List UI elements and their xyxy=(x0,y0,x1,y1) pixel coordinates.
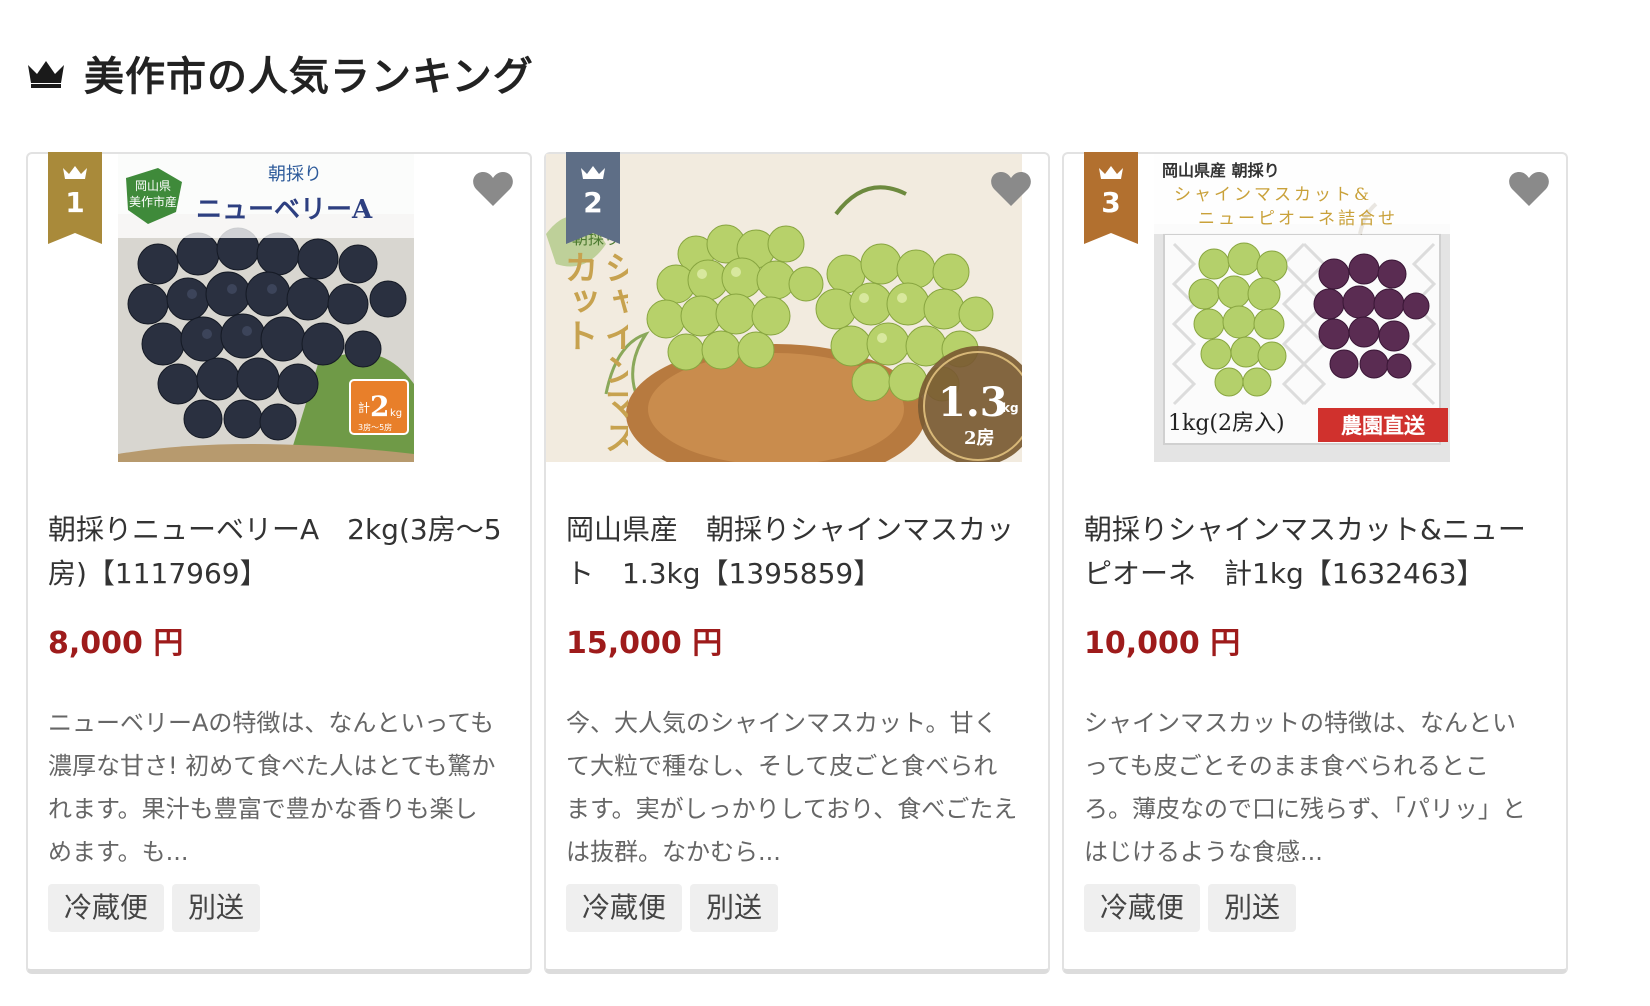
section-title: 美作市の人気ランキング xyxy=(84,54,534,100)
image-line2-text: シャインマスカット& xyxy=(1174,185,1372,205)
heart-icon xyxy=(472,170,514,212)
product-image[interactable]: 岡山県産 朝採り シャインマスカット& ニューピオーネ詰合せ 1kg(2房入) … xyxy=(1154,154,1450,462)
section-header: 美作市の人気ランキング xyxy=(26,44,534,102)
product-name[interactable]: 朝採りニューベリーA 2kg(3房〜5房)【1117969】 xyxy=(48,508,510,596)
image-line3-text: ニューピオーネ詰合せ xyxy=(1198,209,1398,229)
product-card-3[interactable]: 岡山県産 朝採り シャインマスカット& ニューピオーネ詰合せ 1kg(2房入) … xyxy=(1062,152,1568,974)
rank-number: 2 xyxy=(583,186,603,219)
image-line1-text: 岡山県産 朝採り xyxy=(1162,161,1280,180)
image-badge-text: 農園直送 xyxy=(1341,413,1426,438)
tag-list: 冷蔵便 別送 xyxy=(1084,884,1297,932)
heart-icon xyxy=(1508,170,1550,212)
tag-list: 冷蔵便 別送 xyxy=(48,884,261,932)
product-name[interactable]: 朝採りシャインマスカット&ニューピオーネ 計1kg【1632463】 xyxy=(1084,508,1546,596)
tag-separate-shipping: 別送 xyxy=(690,884,779,932)
rank-number: 1 xyxy=(65,186,85,219)
product-card-2[interactable]: 朝採り シャインマスカット 1.3 kg 2房 2 岡山県産 朝採りシャインマス… xyxy=(544,152,1050,974)
image-weight-unit: kg xyxy=(1002,401,1019,415)
image-weight-note: 3房〜5房 xyxy=(358,422,392,432)
product-name[interactable]: 岡山県産 朝採りシャインマスカット 1.3kg【1395859】 xyxy=(566,508,1028,596)
crown-icon xyxy=(62,164,88,186)
product-description: シャインマスカットの特徴は、なんといっても皮ごとそのまま食べられるところ。薄皮な… xyxy=(1084,709,1526,866)
image-bunch-text: 2房 xyxy=(964,427,995,449)
crown-icon xyxy=(1098,164,1124,186)
favorite-button[interactable] xyxy=(1506,168,1552,214)
tag-separate-shipping: 別送 xyxy=(172,884,261,932)
product-description: ニューベリーAの特徴は、なんといっても濃厚な甘さ! 初めて食べた人はとても驚かれ… xyxy=(48,709,496,866)
crown-icon xyxy=(580,164,606,186)
rank-badge: 2 xyxy=(566,152,620,244)
image-title-text: シャインマスカット xyxy=(558,250,628,454)
product-card-1[interactable]: 岡山県 美作市産 朝採り ニューベリーA 計 2 kg 3房〜5房 1 朝採りニ… xyxy=(26,152,532,974)
tag-refrigerated: 冷蔵便 xyxy=(566,884,683,932)
crown-icon xyxy=(26,57,66,89)
rank-badge: 3 xyxy=(1084,152,1138,244)
image-weight-text: 1.3 xyxy=(938,379,1008,426)
image-weight-text: 2 xyxy=(370,390,389,423)
favorite-button[interactable] xyxy=(470,168,516,214)
tag-refrigerated: 冷蔵便 xyxy=(48,884,165,932)
rank-badge: 1 xyxy=(48,152,102,244)
tag-refrigerated: 冷蔵便 xyxy=(1084,884,1201,932)
product-description: 今、大人気のシャインマスカット。甘くて大粒で種なし、そして皮ごと食べられます。実… xyxy=(566,709,1018,866)
rank-number: 3 xyxy=(1101,186,1121,219)
heart-icon xyxy=(990,170,1032,212)
image-weight-unit: kg xyxy=(390,408,402,419)
product-price: 10,000 円 xyxy=(1084,626,1241,661)
favorite-button[interactable] xyxy=(988,168,1034,214)
product-image[interactable]: 岡山県 美作市産 朝採り ニューベリーA 計 2 kg 3房〜5房 xyxy=(118,154,414,462)
tag-separate-shipping: 別送 xyxy=(1208,884,1297,932)
image-weight-text: 1kg(2房入) xyxy=(1168,411,1285,436)
image-weight-prefix: 計 xyxy=(358,400,370,415)
image-origin-line2: 美作市産 xyxy=(129,194,177,209)
image-title-text: ニューベリーA xyxy=(196,195,373,225)
image-badge-text: 朝採り xyxy=(268,164,322,185)
tag-list: 冷蔵便 別送 xyxy=(566,884,779,932)
image-origin-line1: 岡山県 xyxy=(135,179,171,193)
product-price: 8,000 円 xyxy=(48,626,184,661)
product-price: 15,000 円 xyxy=(566,626,723,661)
